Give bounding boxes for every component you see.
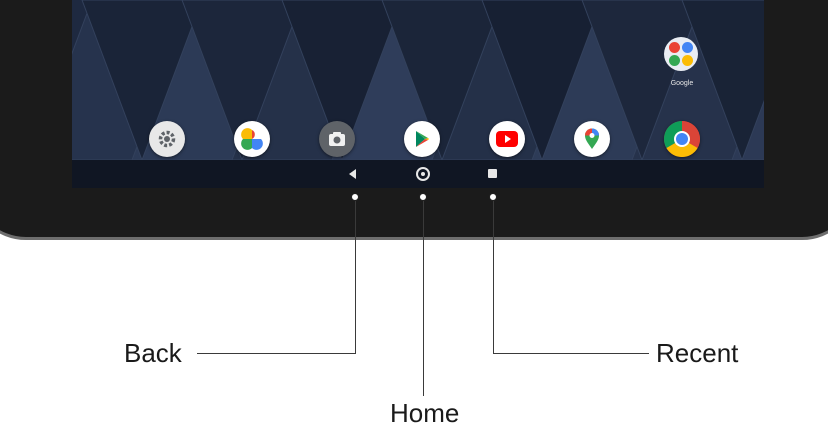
recent-callout-line (493, 201, 494, 353)
chrome-icon[interactable] (664, 121, 700, 157)
play-store-icon[interactable] (404, 121, 440, 157)
home-callout-dot (419, 193, 427, 201)
home-callout-line (423, 201, 424, 396)
recent-callout-dot (489, 193, 497, 201)
recent-callout-line-horizontal (493, 353, 649, 354)
back-label: Back (124, 338, 182, 368)
back-callout-line (355, 201, 356, 353)
home-screen: Google (72, 0, 764, 188)
youtube-icon[interactable] (489, 121, 525, 157)
back-callout-dot (351, 193, 359, 201)
maps-icon[interactable] (574, 121, 610, 157)
home-button[interactable] (416, 167, 430, 181)
camera-icon[interactable] (319, 121, 355, 157)
recent-apps-button[interactable] (488, 169, 497, 178)
back-button[interactable] (349, 169, 356, 179)
google-folder-label: Google (670, 80, 694, 87)
photos-icon[interactable] (234, 121, 270, 157)
back-callout-line-horizontal (197, 353, 356, 354)
google-folder-icon[interactable] (664, 37, 698, 71)
home-label: Home (390, 398, 460, 428)
recent-label: Recent (656, 338, 739, 368)
navigation-bar (72, 160, 764, 188)
settings-icon[interactable] (149, 121, 185, 157)
